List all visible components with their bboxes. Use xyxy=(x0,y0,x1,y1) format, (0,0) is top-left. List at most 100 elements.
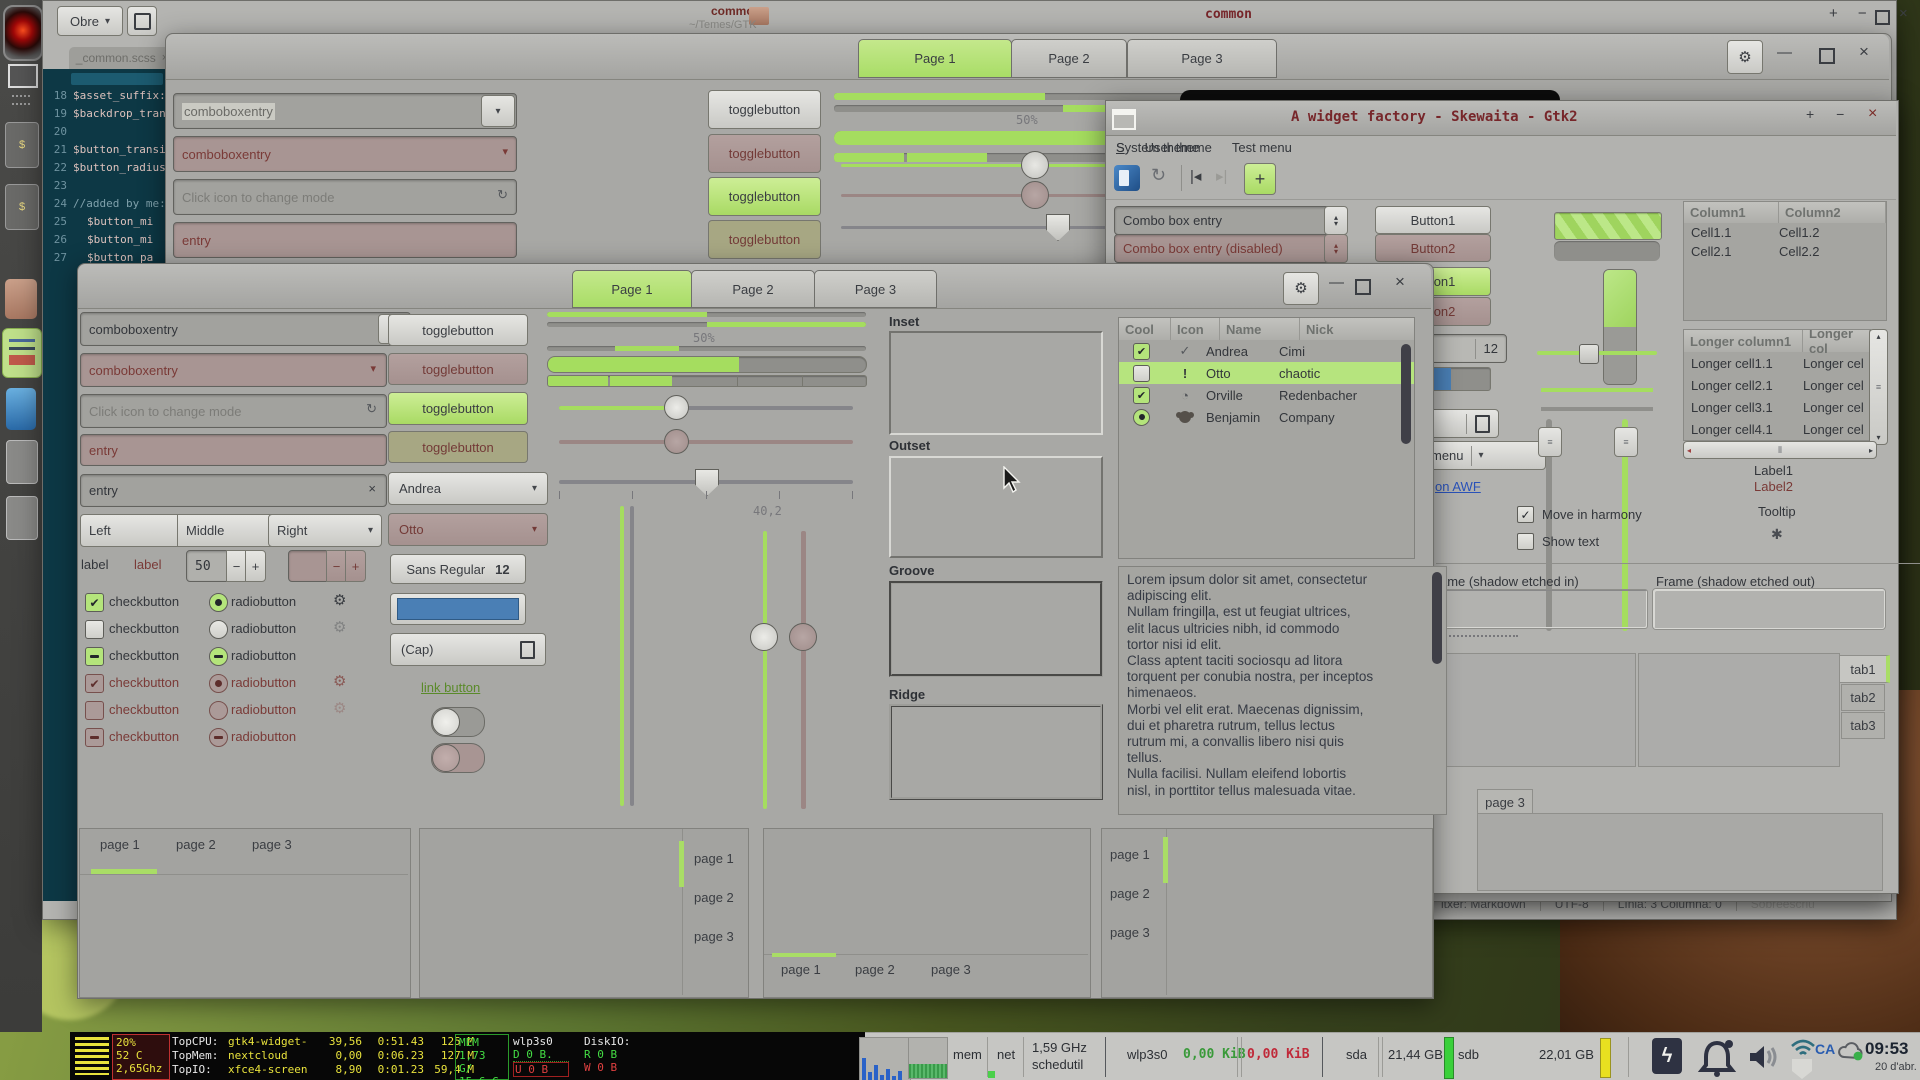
togglebutton3-active[interactable]: togglebutton xyxy=(388,392,528,425)
column-header[interactable]: Column2 xyxy=(1779,202,1886,223)
gtk2-table2-hscrollbar[interactable]: ◂⫴▸ xyxy=(1683,441,1877,459)
spin-minus-button[interactable]: − xyxy=(226,550,247,582)
bg-mode-entry[interactable]: Click icon to change mode ↻ xyxy=(173,179,517,215)
window-doc-icon[interactable] xyxy=(6,440,38,484)
spin-arrows-icon[interactable]: ▴▾ xyxy=(1324,206,1348,235)
nb1-tab-page3[interactable]: page 3 xyxy=(252,837,292,852)
table-row[interactable]: Longer cell4.1Longer cel xyxy=(1684,418,1870,440)
battery-icon[interactable]: ϟ xyxy=(1652,1038,1682,1074)
tree-row[interactable]: ✔ ✓ Andrea Cimi xyxy=(1119,340,1414,362)
menu-system-theme-label[interactable]: System theme xyxy=(1116,140,1199,155)
contact-person-icon[interactable] xyxy=(6,388,36,430)
comboboxentry1[interactable]: comboboxentry ▾ xyxy=(80,312,411,346)
tree-vscrollbar[interactable] xyxy=(1401,344,1411,444)
main-maximize-icon[interactable] xyxy=(1355,279,1371,295)
add-button[interactable]: + xyxy=(1244,163,1276,195)
bg-comboboxentry1[interactable]: comboboxentry ▾ xyxy=(173,93,517,129)
table-row[interactable]: Cell1.1 Cell1.2 xyxy=(1684,223,1886,242)
table-row[interactable]: Longer cell2.1Longer cel xyxy=(1684,374,1870,396)
tree-row[interactable]: ✔ ◔ Orville Redenbacher xyxy=(1119,384,1414,406)
menu-test-menu[interactable]: Test menu xyxy=(1232,140,1292,155)
checkbox-empty-icon[interactable] xyxy=(1133,365,1150,382)
clear-icon[interactable]: × xyxy=(368,481,376,496)
bg-togglebutton3-active[interactable]: togglebutton xyxy=(708,177,821,216)
gtk2-link-button[interactable]: on AWF xyxy=(1435,479,1481,494)
gtk2-close-icon[interactable]: × xyxy=(1868,105,1877,123)
cpu-graph[interactable] xyxy=(859,1037,911,1080)
nb3-tab-page3[interactable]: page 3 xyxy=(931,962,971,977)
table-row[interactable]: Longer cell1.1Longer cel xyxy=(1684,352,1870,374)
main-minimize-icon[interactable]: — xyxy=(1329,274,1344,291)
gtk2-harmony-check[interactable]: ✓ Move in harmony xyxy=(1517,506,1642,523)
refresh-icon[interactable]: ↻ xyxy=(497,187,508,203)
open-doc-icon[interactable] xyxy=(1114,165,1140,191)
hal-eye-launcher-icon[interactable] xyxy=(3,5,43,61)
tree-row-selected[interactable]: ! Otto chaotic xyxy=(1119,362,1414,384)
dollar-doc-icon[interactable]: $ xyxy=(5,184,39,230)
first-icon[interactable]: |◂ xyxy=(1190,167,1201,185)
save-button[interactable] xyxy=(127,6,157,36)
radiobutton-selected[interactable] xyxy=(209,593,228,612)
mode-entry[interactable]: Click icon to change mode ↻ xyxy=(80,394,387,428)
clock-time[interactable]: 09:53 xyxy=(1865,1039,1908,1059)
nb4-tab-page1[interactable]: page 1 xyxy=(1110,847,1150,862)
spin-plus-button[interactable]: + xyxy=(245,550,266,582)
wifi-icon[interactable] xyxy=(1790,1039,1816,1057)
keyboard-layout[interactable]: CA xyxy=(1815,1041,1835,1057)
nb3-tab-page1[interactable]: page 1 xyxy=(781,962,821,977)
togglebutton1[interactable]: togglebutton xyxy=(388,314,528,346)
bg-gear-button[interactable]: ⚙ xyxy=(1727,40,1763,74)
refresh-icon[interactable]: ↻ xyxy=(1151,165,1166,186)
column-header-nick[interactable]: Nick xyxy=(1300,318,1414,340)
radiobutton-mixed[interactable] xyxy=(209,647,228,666)
gtk2-vscale1-handle[interactable]: ≡ xyxy=(1538,427,1562,457)
name-combo[interactable]: Andrea▾ xyxy=(388,472,548,505)
gtk2-combo-box-entry[interactable]: Combo box entry xyxy=(1114,206,1340,235)
checkbox-checked-icon[interactable]: ✔ xyxy=(1133,343,1150,360)
nb4-tab-page3[interactable]: page 3 xyxy=(1110,925,1150,940)
main-tab-page2[interactable]: Page 2 xyxy=(691,270,815,308)
editor-close-icon[interactable]: × xyxy=(1899,5,1908,22)
notification-bell-icon[interactable] xyxy=(1696,1037,1738,1079)
main-gear-button[interactable]: ⚙ xyxy=(1283,272,1319,305)
refresh-icon[interactable]: ↻ xyxy=(366,401,377,417)
mem-graph[interactable] xyxy=(908,1037,948,1079)
entry-clear[interactable]: entry × xyxy=(80,474,387,507)
gtk2-show-text-check[interactable]: Show text xyxy=(1517,533,1599,550)
gtk2-table1[interactable]: Column1 Column2 Cell1.1 Cell1.2 Cell2.1 … xyxy=(1683,201,1887,321)
dollar-doc-icon[interactable]: $ xyxy=(5,122,39,168)
nb3-tab-page2[interactable]: page 2 xyxy=(855,962,895,977)
nb2-tab-page3[interactable]: page 3 xyxy=(694,929,734,944)
combo-arrow-button[interactable]: ▾ xyxy=(481,95,515,127)
lorem-textview[interactable]: Lorem ipsum dolor sit amet, consectetur … xyxy=(1118,566,1447,815)
checkbox-checked-icon[interactable]: ✔ xyxy=(1133,387,1150,404)
volume-icon[interactable] xyxy=(1748,1043,1784,1071)
vscale2-handle[interactable] xyxy=(750,623,778,651)
shield-icon[interactable] xyxy=(1792,1059,1812,1079)
gear-icon[interactable]: ⚙ xyxy=(333,593,346,608)
gtk2-side-tab2[interactable]: tab2 xyxy=(1841,684,1885,711)
bg-scale1-handle[interactable] xyxy=(1021,151,1049,179)
column-header[interactable]: Longer column1 xyxy=(1684,330,1803,352)
window-doc-icon[interactable] xyxy=(6,496,38,540)
checkbutton-unchecked[interactable] xyxy=(85,620,104,639)
bg-togglebutton1[interactable]: togglebutton xyxy=(708,90,821,129)
nb2-tab-page1[interactable]: page 1 xyxy=(694,851,734,866)
gtk2-side-tab1-active[interactable]: tab1 xyxy=(1839,655,1890,683)
gtk2-side-tab3[interactable]: tab3 xyxy=(1841,712,1885,739)
align-combo-right[interactable]: Right▾ xyxy=(268,514,382,547)
open-button[interactable]: Obre ▾ xyxy=(57,6,123,36)
treeview[interactable]: Cool Icon Name Nick ✔ ✓ Andrea Cimi ! Ot… xyxy=(1118,317,1415,559)
column-header-icon[interactable]: Icon xyxy=(1171,318,1220,340)
vscale-gray[interactable] xyxy=(630,506,634,806)
gtk2-window-controls[interactable]: + − xyxy=(1806,106,1853,122)
nb1-tab-page1[interactable]: page 1 xyxy=(100,837,140,852)
bg-tab-page2[interactable]: Page 2 xyxy=(1011,39,1127,78)
gtk2-button1[interactable]: Button1 xyxy=(1375,206,1491,234)
widget-factory-active-icon[interactable] xyxy=(2,328,42,378)
main-tab-page1[interactable]: Page 1 xyxy=(572,270,692,308)
tree-row[interactable]: Benjamin Company xyxy=(1119,406,1414,428)
file-tab[interactable]: _common.scss × xyxy=(69,47,175,69)
cloud-sync-icon[interactable] xyxy=(1837,1041,1865,1061)
table-row[interactable]: Longer cell3.1Longer cel xyxy=(1684,396,1870,418)
